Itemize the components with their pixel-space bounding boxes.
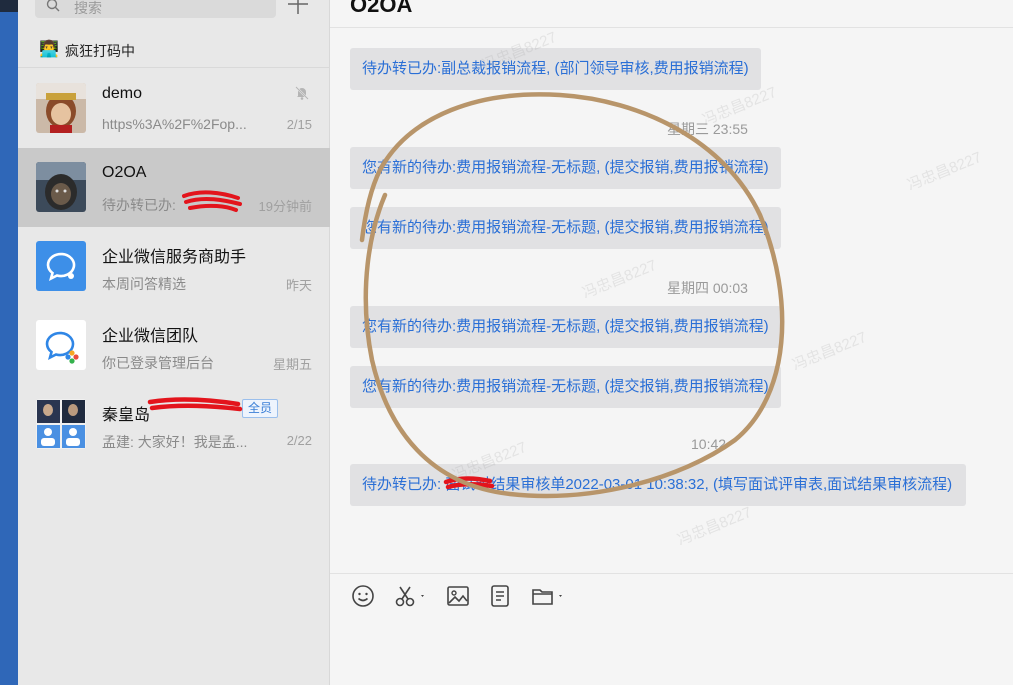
divider [330, 27, 1013, 28]
chat-preview: 待办转已办: [102, 197, 176, 213]
avatar [36, 162, 86, 212]
mute-bell-icon [295, 86, 309, 100]
chat-item-service-assistant[interactable]: 企业微信服务商助手 本周问答精选 昨天 [18, 227, 330, 306]
watermark: 冯忠昌8227 [790, 328, 870, 374]
chat-list: demo https%3A%2F%2Fop... 2/15 O2OA 待办转已办… [18, 69, 330, 464]
app-nav-strip [0, 0, 18, 685]
avatar [36, 320, 86, 370]
watermark: 冯忠昌8227 [905, 148, 985, 194]
input-toolbar [330, 583, 1013, 611]
message-bubble[interactable]: 待办转已办:副总裁报销流程, (部门领导审核,费用报销流程) [350, 48, 761, 90]
chat-panel: O2OA 待办转已办:副总裁报销流程, (部门领导审核,费用报销流程) 星期三 … [330, 0, 1013, 685]
chat-title: O2OA [350, 0, 413, 17]
chat-preview: 孟建: 大家好！我是孟... [102, 434, 248, 450]
chat-item-o2oa[interactable]: O2OA 待办转已办: 19分钟前 [18, 148, 330, 227]
chat-item-group[interactable]: 秦皇岛 全员 孟建: 大家好！我是孟... 2/22 [18, 385, 330, 464]
chat-time: 19分钟前 [258, 199, 312, 214]
search-row: 搜索 [18, 0, 330, 22]
chat-item-demo[interactable]: demo https%3A%2F%2Fop... 2/15 [18, 69, 330, 148]
chat-time: 星期五 [272, 357, 312, 372]
message-bubble[interactable]: 您有新的待办:费用报销流程-无标题, (提交报销,费用报销流程) [350, 207, 781, 249]
status-row[interactable]: 👨‍💻 疯狂打码中 [18, 34, 330, 68]
timestamp: 星期三 23:55 [667, 121, 748, 137]
message-bubble[interactable]: 待办转已办: 面试时结果审核单2022-03-01 10:38:32, (填写面… [350, 464, 966, 506]
chat-time: 昨天 [285, 278, 312, 293]
chat-preview: 你已登录管理后台 [102, 355, 214, 371]
image-icon[interactable] [445, 583, 471, 609]
message-bubble[interactable]: 您有新的待办:费用报销流程-无标题, (提交报销,费用报销流程) [350, 147, 781, 189]
chat-name: demo [102, 85, 143, 102]
chat-preview: 本周问答精选 [102, 276, 186, 292]
scissors-icon[interactable] [392, 583, 428, 609]
avatar [36, 241, 86, 291]
add-button[interactable] [286, 0, 310, 16]
avatar [36, 83, 86, 133]
chat-preview: https%3A%2F%2Fop... [102, 116, 247, 132]
timestamp: 星期四 00:03 [667, 280, 748, 296]
search-input[interactable]: 搜索 [35, 0, 276, 18]
search-icon [46, 0, 60, 12]
watermark: 冯忠昌8227 [675, 503, 755, 549]
nav-top [0, 0, 18, 12]
chat-item-wecom-team[interactable]: 企业微信团队 你已登录管理后台 星期五 [18, 306, 330, 385]
chat-time: 2/22 [286, 433, 312, 448]
divider [330, 573, 1013, 574]
message-bubble[interactable]: 您有新的待办:费用报销流程-无标题, (提交报销,费用报销流程) [350, 366, 781, 408]
status-text: 疯狂打码中 [65, 43, 135, 59]
chat-name: 秦皇岛 [102, 407, 151, 424]
status-emoji: 👨‍💻 [39, 41, 59, 58]
emoji-icon[interactable] [350, 583, 376, 609]
folder-icon[interactable] [530, 583, 568, 609]
chat-name: 企业微信团队 [102, 328, 199, 345]
document-icon[interactable] [487, 583, 513, 609]
all-members-badge: 全员 [242, 399, 279, 418]
timestamp: 10:42 [691, 436, 727, 452]
avatar [36, 399, 86, 449]
chat-name: O2OA [102, 164, 147, 181]
search-placeholder: 搜索 [74, 0, 102, 16]
message-bubble[interactable]: 您有新的待办:费用报销流程-无标题, (提交报销,费用报销流程) [350, 306, 781, 348]
watermark: 冯忠昌8227 [580, 256, 660, 302]
sidebar: 搜索 👨‍💻 疯狂打码中 demo https%3A%2F%2Fop... 2/… [18, 0, 330, 685]
chat-time: 2/15 [286, 117, 312, 132]
chat-name: 企业微信服务商助手 [102, 249, 247, 266]
